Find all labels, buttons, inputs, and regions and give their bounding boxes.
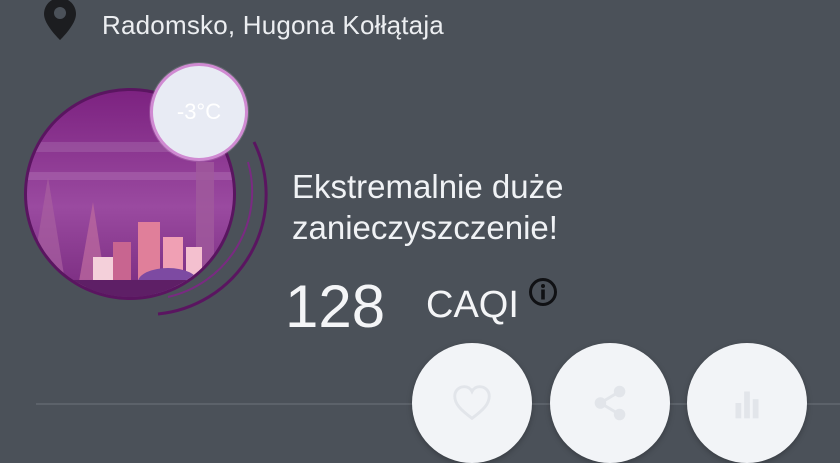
map-pin-icon xyxy=(44,0,76,40)
share-button[interactable] xyxy=(550,343,670,463)
info-icon[interactable] xyxy=(528,277,558,307)
temperature-badge: -3°C xyxy=(150,63,248,161)
aqi-unit: CAQI xyxy=(426,284,519,326)
bar-chart-icon xyxy=(735,391,759,419)
air-quality-status: Ekstremalnie duże zanieczyszczenie! xyxy=(292,168,564,246)
aqi-value: 128 xyxy=(285,273,386,340)
heart-icon xyxy=(453,385,491,421)
favorite-button[interactable] xyxy=(412,343,532,463)
stats-button[interactable] xyxy=(687,343,807,463)
share-icon xyxy=(594,385,626,421)
location-label[interactable]: Radomsko, Hugona Kołłątaja xyxy=(102,10,444,41)
